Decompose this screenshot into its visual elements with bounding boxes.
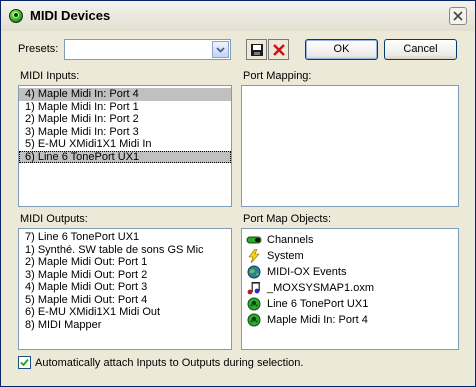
object-label: System [267, 250, 304, 262]
close-button[interactable] [449, 7, 467, 25]
floppy-disk-icon [250, 43, 263, 56]
midi-inputs-label: MIDI Inputs: [20, 70, 80, 82]
channels-icon [246, 233, 262, 247]
presets-label: Presets: [18, 43, 59, 55]
list-item[interactable]: 1) Maple Midi In: Port 1 [19, 101, 231, 114]
save-preset-button[interactable] [246, 39, 267, 60]
list-item[interactable]: 6) Line 6 TonePort UX1 [19, 150, 231, 163]
delete-x-icon [272, 43, 285, 56]
object-label: _MOXSYSMAP1.oxm [267, 282, 374, 294]
globe-icon [246, 265, 262, 279]
auto-attach-label[interactable]: Automatically attach Inputs to Outputs d… [35, 357, 303, 369]
object-label: Line 6 TonePort UX1 [267, 298, 369, 310]
cancel-button[interactable]: Cancel [384, 39, 457, 60]
auto-attach-checkbox[interactable] [18, 356, 31, 369]
ok-button[interactable]: OK [305, 39, 378, 60]
list-item[interactable]: 3) Maple Midi Out: Port 2 [19, 269, 231, 282]
chevron-down-icon [216, 46, 225, 53]
midi-inputs-list[interactable]: 4) Maple Midi In: Port 4 1) Maple Midi I… [18, 85, 232, 207]
list-item[interactable]: 2) Maple Midi In: Port 2 [19, 113, 231, 126]
port-map-objects-label: Port Map Objects: [243, 213, 332, 225]
port-mapping-label: Port Mapping: [243, 70, 312, 82]
checkmark-icon [20, 358, 29, 367]
list-item[interactable]: 1) Synthé. SW table de sons GS Mic [19, 244, 231, 257]
music-notes-icon [246, 281, 262, 295]
object-label: Channels [267, 234, 314, 246]
midi-outputs-label: MIDI Outputs: [20, 213, 88, 225]
window-title: MIDI Devices [30, 8, 111, 23]
list-item[interactable]: System [242, 248, 458, 264]
list-item[interactable]: 3) Maple Midi In: Port 3 [19, 126, 231, 139]
list-item[interactable]: 8) MIDI Mapper [19, 319, 231, 332]
midi-outputs-list[interactable]: 7) Line 6 TonePort UX1 1) Synthé. SW tab… [18, 228, 232, 350]
delete-preset-button[interactable] [268, 39, 289, 60]
object-label: MIDI-OX Events [267, 266, 347, 278]
list-item[interactable]: 5) Maple Midi Out: Port 4 [19, 294, 231, 307]
list-item[interactable]: Maple Midi In: Port 4 [242, 312, 458, 328]
list-item[interactable]: 7) Line 6 TonePort UX1 [19, 231, 231, 244]
presets-dropdown-button[interactable] [212, 41, 229, 58]
port-icon [246, 313, 262, 327]
port-map-objects-list[interactable]: Channels System MIDI-OX Events _MOXSYSMA… [241, 228, 459, 350]
list-item[interactable]: 4) Maple Midi Out: Port 3 [19, 281, 231, 294]
list-item[interactable]: Line 6 TonePort UX1 [242, 296, 458, 312]
list-item[interactable]: 2) Maple Midi Out: Port 1 [19, 256, 231, 269]
title-bar[interactable]: MIDI Devices [1, 1, 475, 31]
midi-devices-dialog: MIDI Devices Presets: OK Cancel MIDI Inp… [0, 0, 476, 387]
list-item[interactable]: Channels [242, 232, 458, 248]
lightning-icon [246, 249, 262, 263]
list-item[interactable]: 5) E-MU XMidi1X1 Midi In [19, 138, 231, 151]
port-icon [246, 297, 262, 311]
list-item[interactable]: 6) E-MU XMidi1X1 Midi Out [19, 306, 231, 319]
object-label: Maple Midi In: Port 4 [267, 314, 368, 326]
list-item[interactable]: 4) Maple Midi In: Port 4 [19, 88, 231, 101]
midi-port-icon [9, 9, 23, 23]
list-item[interactable]: _MOXSYSMAP1.oxm [242, 280, 458, 296]
list-item[interactable]: MIDI-OX Events [242, 264, 458, 280]
close-icon [453, 11, 463, 21]
port-mapping-tree[interactable] [241, 85, 459, 207]
presets-combobox[interactable] [64, 39, 231, 60]
